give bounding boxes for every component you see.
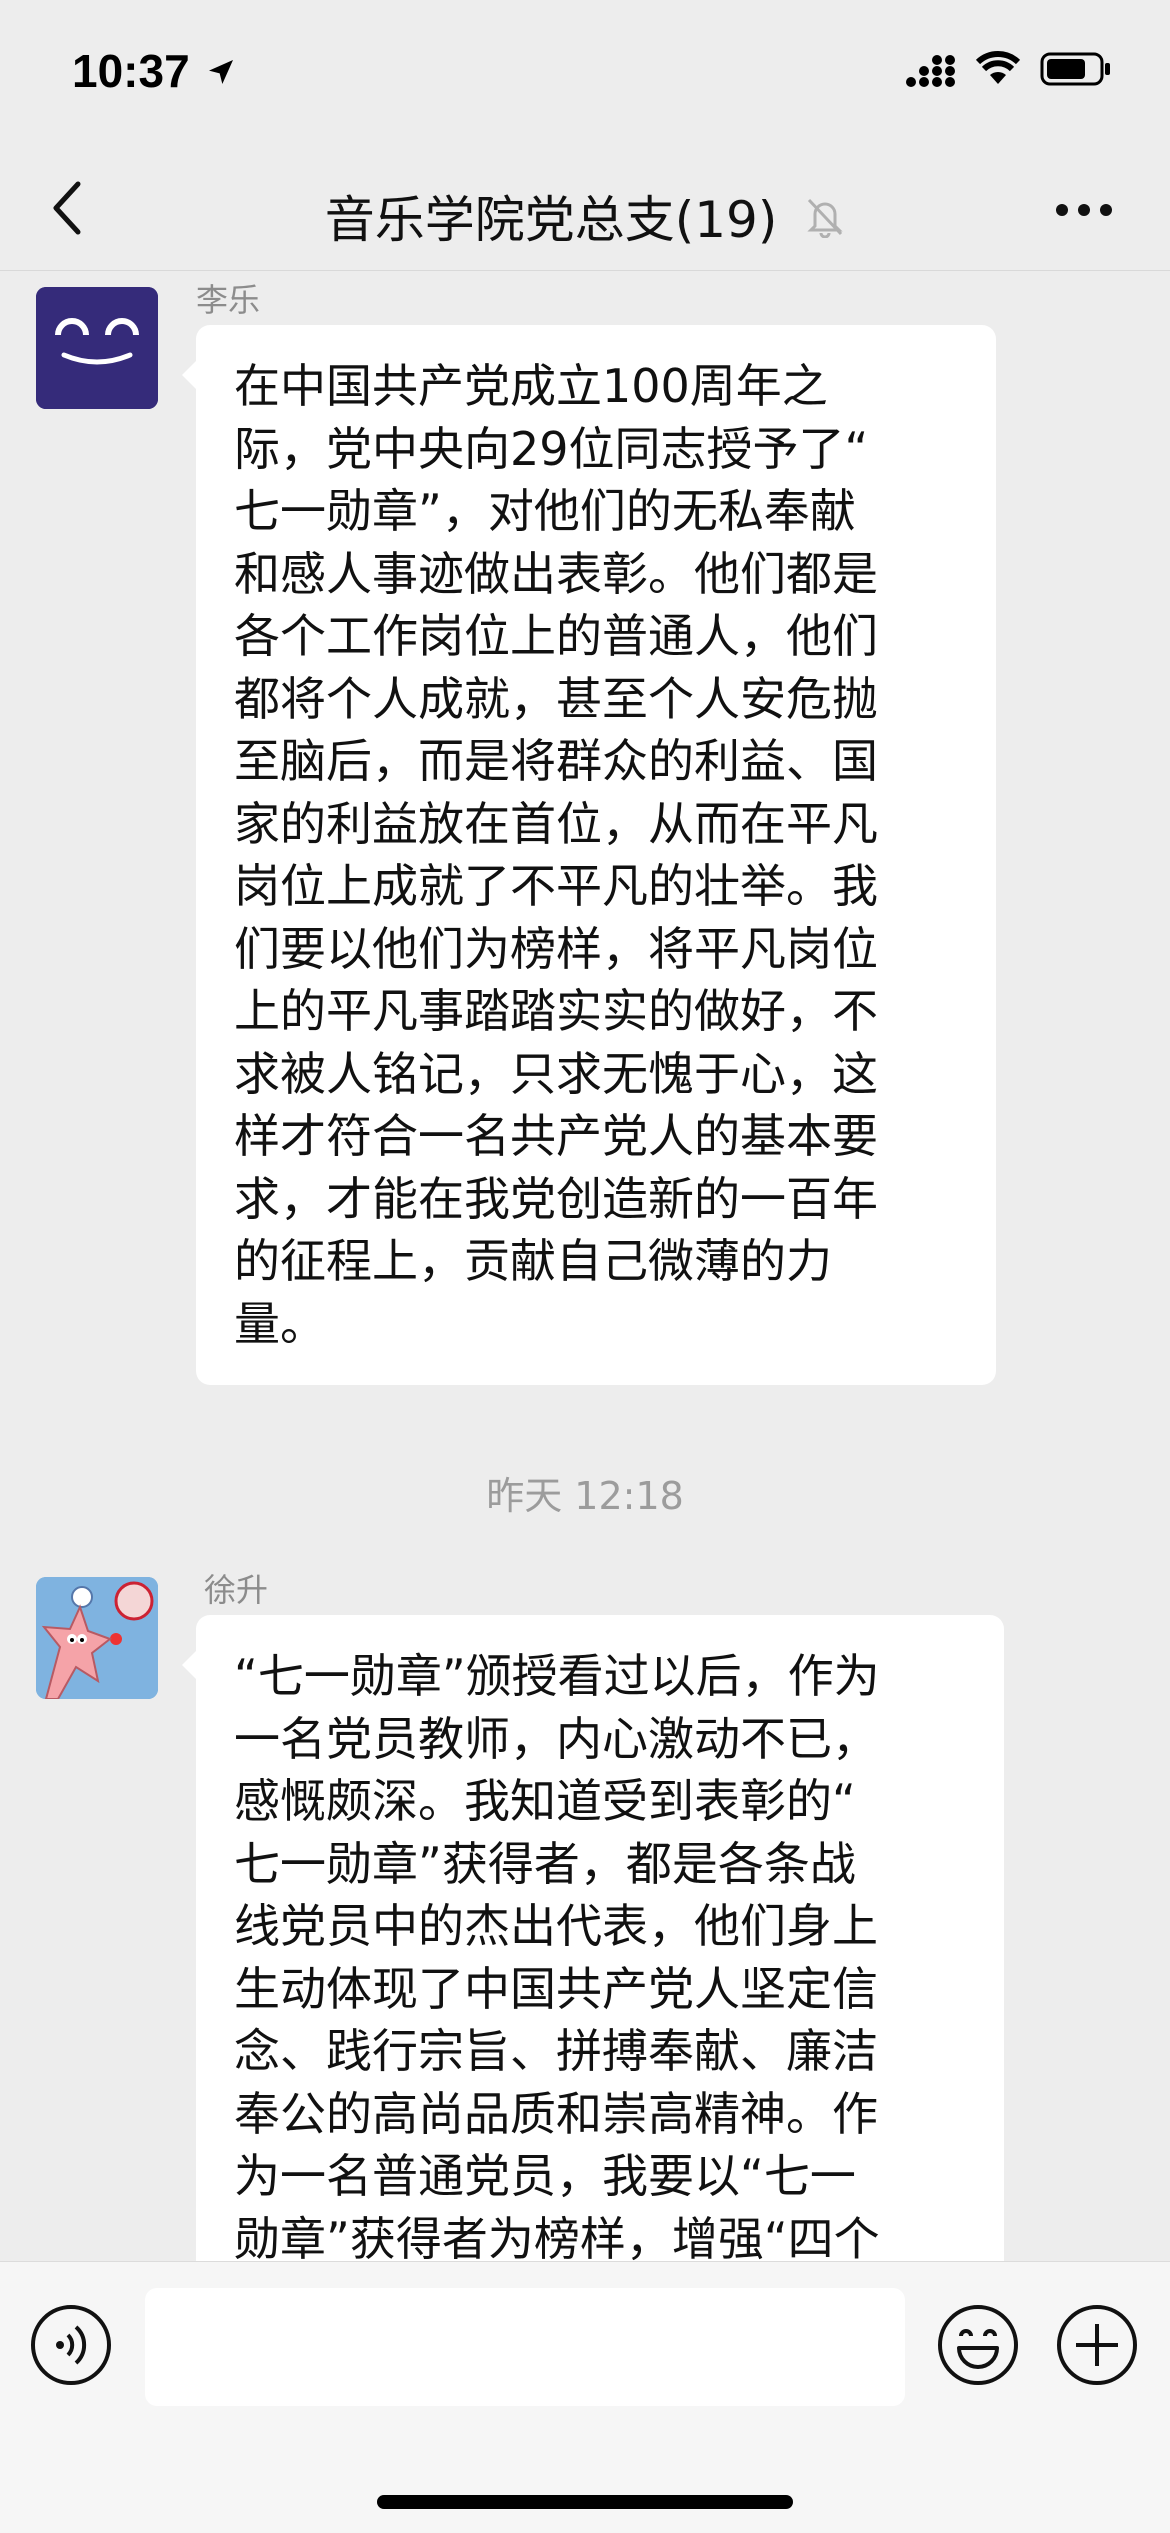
message-bubble[interactable]: “七一勋章”颁授看过以后，作为 一名党员教师，内心激动不已， 感慨颇深。我知道受… <box>182 1615 1004 2262</box>
wifi-icon <box>975 51 1021 84</box>
add-attachment-icon[interactable] <box>1056 2304 1138 2386</box>
message-line: 量。 <box>234 1296 326 1351</box>
status-time: 10:37 <box>72 45 190 97</box>
chat-header: 音乐学院党总支(19) <box>0 150 1170 271</box>
message-line: “七一勋章”颁授看过以后，作为 <box>234 1649 880 1703</box>
message-line: 生动体现了中国共产党人坚定信 <box>234 1961 878 2016</box>
cellular-signal-icon <box>906 55 955 87</box>
chat-title: 音乐学院党总支(19) <box>0 180 1170 252</box>
message-line: 在中国共产党成立100周年之 <box>234 359 828 413</box>
more-options-icon[interactable] <box>1054 202 1114 218</box>
cartoon-starfish-avatar-icon <box>36 1577 158 1699</box>
smiley-face-avatar-icon <box>36 287 158 409</box>
message-line: 际，党中央向29位同志授予了“ <box>234 421 869 476</box>
message-line: 至脑后，而是将群众的利益、国 <box>234 734 878 788</box>
message-line: 都将个人成就，甚至个人安危抛 <box>234 671 878 726</box>
message-line: 奉公的高尚品质和崇高精神。作 <box>234 2086 878 2141</box>
message-line: 一名党员教师，内心激动不已， <box>234 1711 878 1766</box>
message-line: 和感人事迹做出表彰。他们都是 <box>234 546 878 601</box>
home-indicator[interactable] <box>377 2495 793 2509</box>
message-line: 线党员中的杰出代表，他们身上 <box>234 1899 878 1953</box>
battery-icon <box>1040 52 1110 86</box>
message-input[interactable] <box>145 2288 905 2406</box>
message-line: 念、践行宗旨、拼搏奉献、廉洁 <box>234 2024 878 2078</box>
message-line: 上的平凡事踏踏实实的做好，不 <box>234 984 878 1038</box>
message-timestamp: 昨天 12:18 <box>486 1474 684 1518</box>
message-line: 求被人铭记，只求无愧于心，这 <box>234 1046 878 1101</box>
avatar[interactable] <box>36 287 158 409</box>
message-line: 感慨颇深。我知道受到表彰的“ <box>234 1774 856 1828</box>
message-line: 各个工作岗位上的普通人，他们 <box>234 609 878 663</box>
message-line: 求，才能在我党创造新的一百年 <box>234 1171 878 1226</box>
emoji-icon[interactable] <box>937 2304 1019 2386</box>
message-list[interactable]: 李乐 在中国共产党成立100周年之 际，党中央向29位同志授予了“ 七一勋章”，… <box>0 271 1170 2261</box>
location-arrow-icon <box>209 60 233 84</box>
status-bar: 10:37 <box>0 0 1170 150</box>
message-line: 的征程上，贡献自己微薄的力 <box>234 1234 832 1288</box>
message-line: 勋章”获得者为榜样，增强“四个 <box>234 2211 880 2262</box>
message-line: 们要以他们为榜样，将平凡岗位 <box>234 921 878 976</box>
message-line: 样才符合一名共产党人的基本要 <box>234 1109 878 1163</box>
message-line: 七一勋章”，对他们的无私奉献 <box>234 484 856 538</box>
group-name: 音乐学院党总支(19) <box>324 191 778 249</box>
sender-name: 李乐 <box>196 281 261 319</box>
voice-input-icon[interactable] <box>30 2304 112 2386</box>
message-line: 七一勋章”获得者，都是各条战 <box>234 1836 856 1891</box>
muted-bell-icon <box>807 198 843 238</box>
input-bar <box>0 2261 1170 2533</box>
avatar[interactable] <box>36 1577 158 1699</box>
message-line: 家的利益放在首位，从而在平凡 <box>234 796 878 851</box>
message-line: 岗位上成就了不平凡的壮举。我 <box>234 859 878 913</box>
message-line: 为一名普通党员，我要以“七一 <box>234 2149 856 2203</box>
message-bubble[interactable]: 在中国共产党成立100周年之 际，党中央向29位同志授予了“ 七一勋章”，对他们… <box>182 325 996 1385</box>
sender-name: 徐升 <box>204 1571 269 1609</box>
